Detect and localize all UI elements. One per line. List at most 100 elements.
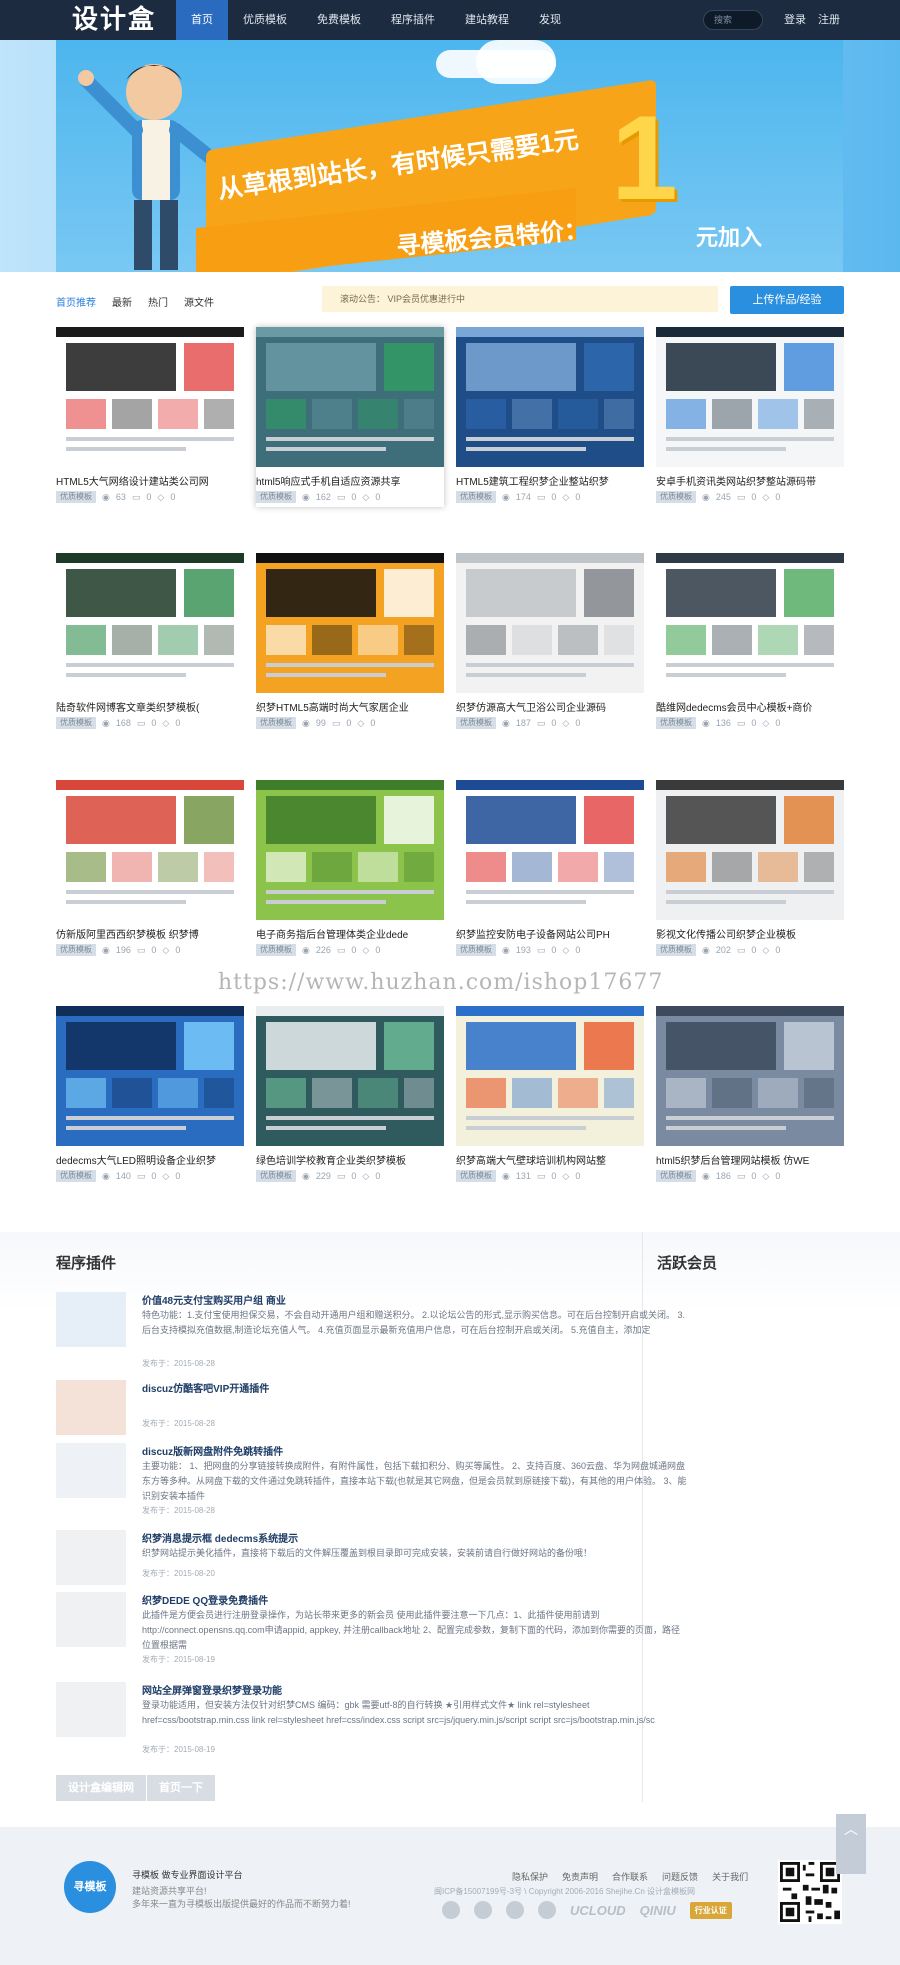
template-card[interactable]: html5织梦后台管理网站模板 仿WE 优质模板 ◉ 186 ▭ 0 ◇ 0 bbox=[656, 1006, 844, 1186]
category-tag[interactable]: 优质模板 bbox=[656, 491, 696, 503]
template-card[interactable]: 酷维网dedecms会员中心模板+商价 优质模板 ◉ 136 ▭ 0 ◇ 0 bbox=[656, 553, 844, 733]
template-card[interactable]: html5响应式手机自适应资源共享 优质模板 ◉ 162 ▭ 0 ◇ 0 bbox=[256, 327, 444, 507]
footer-link-contact[interactable]: 合作联系 bbox=[612, 1870, 648, 1883]
template-thumbnail[interactable] bbox=[456, 1006, 644, 1146]
template-title[interactable]: 织梦高端大气壁球培训机构网站整 bbox=[456, 1152, 644, 1167]
footer-link-disclaimer[interactable]: 免责声明 bbox=[562, 1870, 598, 1883]
back-to-top-button[interactable]: ︿ bbox=[836, 1814, 866, 1874]
template-thumbnail[interactable] bbox=[56, 553, 244, 693]
template-title[interactable]: 织梦HTML5高端时尚大气家居企业 bbox=[256, 699, 444, 714]
category-tag[interactable]: 优质模板 bbox=[456, 1170, 496, 1182]
template-card[interactable]: 电子商务指后台管理体类企业dede 优质模板 ◉ 226 ▭ 0 ◇ 0 bbox=[256, 780, 444, 960]
category-tag[interactable]: 优质模板 bbox=[656, 717, 696, 729]
plugin-title[interactable]: 价值48元支付宝购买用户组 商业 bbox=[142, 1292, 286, 1307]
footer-link-feedback[interactable]: 问题反馈 bbox=[662, 1870, 698, 1883]
template-card[interactable]: HTML5大气网络设计建站类公司网 优质模板 ◉ 63 ▭ 0 ◇ 0 bbox=[56, 327, 244, 507]
plugin-thumbnail[interactable] bbox=[56, 1530, 126, 1585]
category-tag[interactable]: 优质模板 bbox=[456, 717, 496, 729]
template-thumbnail[interactable] bbox=[656, 327, 844, 467]
template-title[interactable]: html5织梦后台管理网站模板 仿WE bbox=[656, 1152, 844, 1167]
template-thumbnail[interactable] bbox=[256, 780, 444, 920]
category-tag[interactable]: 优质模板 bbox=[56, 944, 96, 956]
template-title[interactable]: 仿新版阿里西西织梦模板 织梦博 bbox=[56, 926, 244, 941]
category-tag[interactable]: 优质模板 bbox=[256, 717, 296, 729]
template-thumbnail[interactable] bbox=[256, 327, 444, 467]
template-title[interactable]: HTML5建筑工程织梦企业整站织梦 bbox=[456, 473, 644, 488]
category-tag[interactable]: 优质模板 bbox=[56, 1170, 96, 1182]
tab-hot[interactable]: 热门 bbox=[148, 294, 168, 309]
template-title[interactable]: HTML5大气网络设计建站类公司网 bbox=[56, 473, 244, 488]
tab-recommended[interactable]: 首页推荐 bbox=[56, 294, 96, 309]
wechat-icon[interactable] bbox=[474, 1901, 492, 1919]
template-card[interactable]: HTML5建筑工程织梦企业整站织梦 优质模板 ◉ 174 ▭ 0 ◇ 0 bbox=[456, 327, 644, 507]
qzone-icon[interactable] bbox=[506, 1901, 524, 1919]
template-card[interactable]: 绿色培训学校教育企业类织梦模板 优质模板 ◉ 229 ▭ 0 ◇ 0 bbox=[256, 1006, 444, 1186]
plugin-thumbnail[interactable] bbox=[56, 1682, 126, 1737]
template-card[interactable]: dedecms大气LED照明设备企业织梦 优质模板 ◉ 140 ▭ 0 ◇ 0 bbox=[56, 1006, 244, 1186]
template-title[interactable]: html5响应式手机自适应资源共享 bbox=[256, 473, 444, 488]
category-tag[interactable]: 优质模板 bbox=[56, 491, 96, 503]
template-card[interactable]: 织梦监控安防电子设备网站公司PH 优质模板 ◉ 193 ▭ 0 ◇ 0 bbox=[456, 780, 644, 960]
plugin-title[interactable]: 织梦DEDE QQ登录免费插件 bbox=[142, 1592, 268, 1607]
template-thumbnail[interactable] bbox=[656, 1006, 844, 1146]
category-tag[interactable]: 优质模板 bbox=[56, 717, 96, 729]
template-thumbnail[interactable] bbox=[456, 780, 644, 920]
category-tag[interactable]: 优质模板 bbox=[456, 944, 496, 956]
template-card[interactable]: 织梦高端大气壁球培训机构网站整 优质模板 ◉ 131 ▭ 0 ◇ 0 bbox=[456, 1006, 644, 1186]
template-title[interactable]: 安卓手机资讯类网站织梦整站源码带 bbox=[656, 473, 844, 488]
template-title[interactable]: 酷维网dedecms会员中心模板+商价 bbox=[656, 699, 844, 714]
category-tag[interactable]: 优质模板 bbox=[256, 944, 296, 956]
template-title[interactable]: 织梦监控安防电子设备网站公司PH bbox=[456, 926, 644, 941]
weibo-icon[interactable] bbox=[442, 1901, 460, 1919]
template-thumbnail[interactable] bbox=[56, 327, 244, 467]
plugin-thumbnail[interactable] bbox=[56, 1592, 126, 1647]
template-thumbnail[interactable] bbox=[656, 553, 844, 693]
template-card[interactable]: 安卓手机资讯类网站织梦整站源码带 优质模板 ◉ 245 ▭ 0 ◇ 0 bbox=[656, 327, 844, 507]
upload-button[interactable]: 上传作品/经验 bbox=[730, 286, 844, 314]
register-link[interactable]: 注册 bbox=[818, 0, 840, 40]
nav-tutorials[interactable]: 建站教程 bbox=[450, 0, 524, 40]
category-tag[interactable]: 优质模板 bbox=[256, 491, 296, 503]
category-tag[interactable]: 优质模板 bbox=[256, 1170, 296, 1182]
template-title[interactable]: 影视文化传播公司织梦企业模板 bbox=[656, 926, 844, 941]
search-input[interactable]: 搜索 bbox=[703, 10, 763, 30]
pager-next-button[interactable]: 首页一下 bbox=[147, 1775, 215, 1801]
plugin-title[interactable]: discuz版新网盘附件免跳转插件 bbox=[142, 1443, 283, 1458]
template-title[interactable]: 织梦仿源高大气卫浴公司企业源码 bbox=[456, 699, 644, 714]
footer-link-about[interactable]: 关于我们 bbox=[712, 1870, 748, 1883]
tab-source-files[interactable]: 源文件 bbox=[184, 294, 214, 309]
nav-premium-templates[interactable]: 优质模板 bbox=[228, 0, 302, 40]
template-card[interactable]: 织梦HTML5高端时尚大气家居企业 优质模板 ◉ 99 ▭ 0 ◇ 0 bbox=[256, 553, 444, 733]
nav-home[interactable]: 首页 bbox=[176, 0, 228, 40]
template-title[interactable]: 电子商务指后台管理体类企业dede bbox=[256, 926, 444, 941]
template-thumbnail[interactable] bbox=[56, 1006, 244, 1146]
plugin-title[interactable]: 织梦消息提示框 dedecms系统提示 bbox=[142, 1530, 298, 1545]
category-tag[interactable]: 优质模板 bbox=[656, 1170, 696, 1182]
template-title[interactable]: 陆奇软件网博客文章类织梦模板( bbox=[56, 699, 244, 714]
template-card[interactable]: 陆奇软件网博客文章类织梦模板(优质模板 ◉ 168 ▭ 0 ◇ 0 bbox=[56, 553, 244, 733]
category-tag[interactable]: 优质模板 bbox=[656, 944, 696, 956]
login-link[interactable]: 登录 bbox=[784, 0, 806, 40]
plugin-thumbnail[interactable] bbox=[56, 1292, 126, 1347]
template-card[interactable]: 仿新版阿里西西织梦模板 织梦博 优质模板 ◉ 196 ▭ 0 ◇ 0 bbox=[56, 780, 244, 960]
footer-link-privacy[interactable]: 隐私保护 bbox=[512, 1870, 548, 1883]
template-thumbnail[interactable] bbox=[56, 780, 244, 920]
template-thumbnail[interactable] bbox=[656, 780, 844, 920]
tab-latest[interactable]: 最新 bbox=[112, 294, 132, 309]
template-title[interactable]: dedecms大气LED照明设备企业织梦 bbox=[56, 1152, 244, 1167]
plugin-title[interactable]: discuz仿酷客吧VIP开通插件 bbox=[142, 1380, 269, 1395]
nav-plugins[interactable]: 程序插件 bbox=[376, 0, 450, 40]
footer-logo[interactable]: 寻模板 bbox=[64, 1861, 116, 1913]
template-title[interactable]: 绿色培训学校教育企业类织梦模板 bbox=[256, 1152, 444, 1167]
template-thumbnail[interactable] bbox=[456, 327, 644, 467]
plugin-title[interactable]: 网站全屏弹窗登录织梦登录功能 bbox=[142, 1682, 282, 1697]
tencent-weibo-icon[interactable] bbox=[538, 1901, 556, 1919]
template-card[interactable]: 织梦仿源高大气卫浴公司企业源码 优质模板 ◉ 187 ▭ 0 ◇ 0 bbox=[456, 553, 644, 733]
category-tag[interactable]: 优质模板 bbox=[456, 491, 496, 503]
template-thumbnail[interactable] bbox=[256, 1006, 444, 1146]
plugin-thumbnail[interactable] bbox=[56, 1443, 126, 1498]
nav-free-templates[interactable]: 免费模板 bbox=[302, 0, 376, 40]
promo-banner[interactable]: 从草根到站长，有时候只需要1元 寻模板会员特价： 1 元加入 bbox=[0, 40, 900, 272]
site-logo[interactable]: 设计盒 bbox=[64, 3, 164, 37]
nav-discover[interactable]: 发现 bbox=[524, 0, 576, 40]
